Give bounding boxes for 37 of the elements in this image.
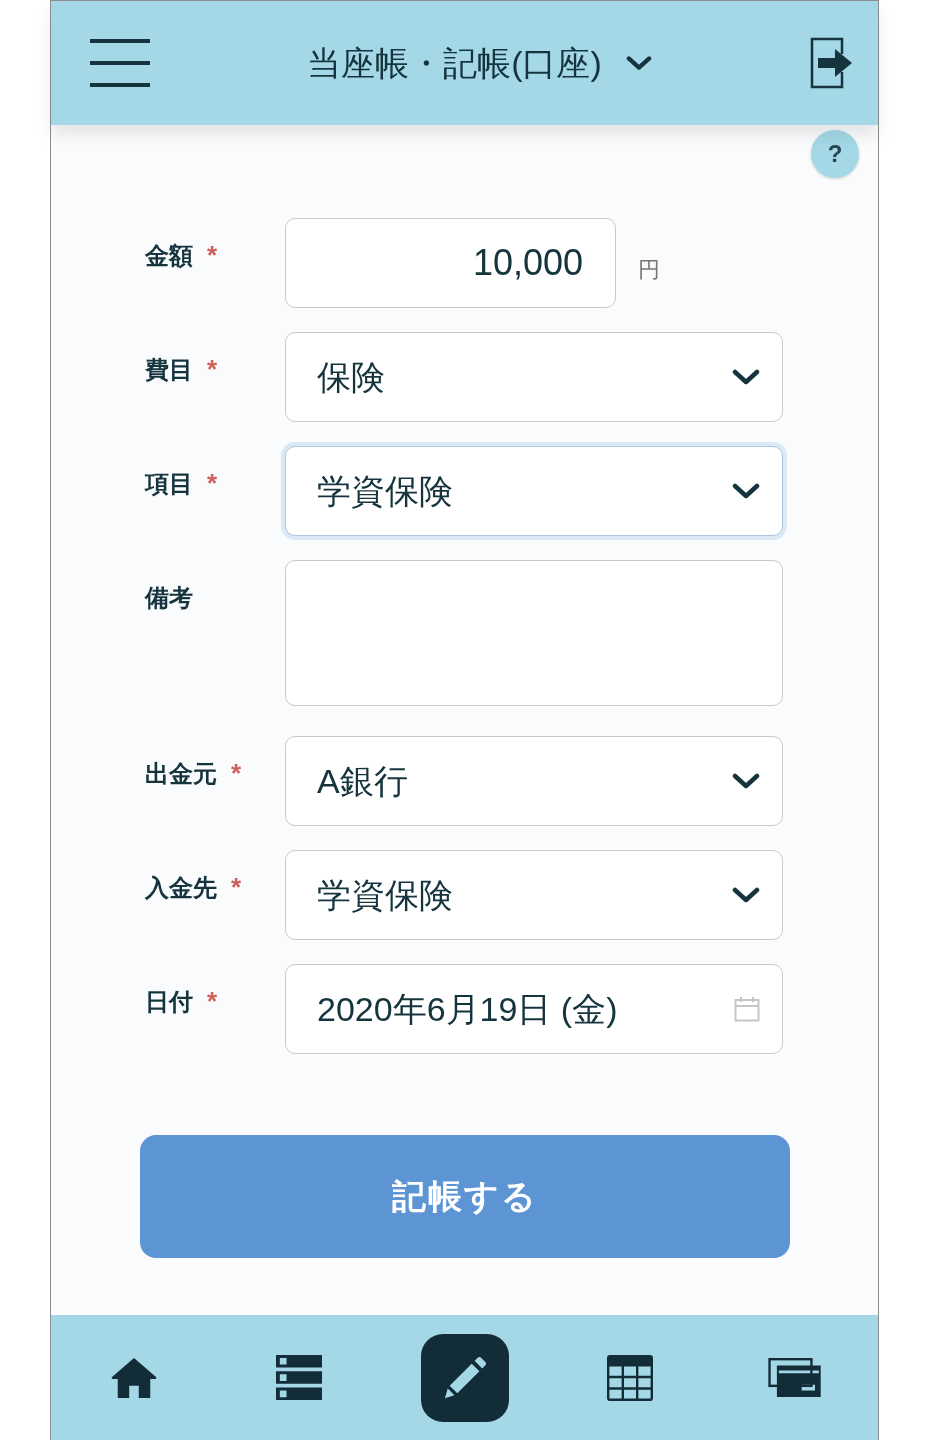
field-label: 入金先 — [145, 874, 217, 903]
cards-icon — [768, 1357, 823, 1398]
chevron-down-icon — [732, 483, 760, 499]
edit-nav-button[interactable] — [420, 1333, 509, 1422]
date-field[interactable]: 2020年6月19日 (金) — [285, 964, 783, 1054]
amount-input[interactable]: 10,000 — [285, 218, 616, 308]
home-icon — [110, 1355, 157, 1400]
required-mark: * — [231, 760, 242, 786]
list-icon — [276, 1354, 323, 1401]
logout-button[interactable] — [809, 36, 853, 90]
required-mark: * — [207, 988, 218, 1014]
field-label: 日付 — [145, 988, 193, 1017]
required-mark: * — [207, 356, 218, 382]
field-label: 備考 — [145, 584, 193, 613]
chevron-down-icon — [732, 887, 760, 903]
page-title-dropdown[interactable]: 当座帳・記帳(口座) — [307, 46, 652, 80]
chevron-down-icon — [625, 55, 652, 71]
memo-field[interactable] — [285, 560, 783, 706]
calendar-icon — [734, 996, 760, 1022]
select-field[interactable]: 学資保険 — [285, 850, 783, 940]
chevron-down-icon — [732, 773, 760, 789]
field-label: 金額 — [145, 242, 193, 271]
unit-label: 円 — [638, 255, 660, 284]
chevron-down-icon — [732, 369, 760, 385]
select-field[interactable]: 保険 — [285, 332, 783, 422]
exit-arrow-icon — [809, 36, 853, 90]
field-label: 項目 — [145, 470, 193, 499]
table-icon — [606, 1354, 653, 1401]
required-mark: * — [231, 874, 242, 900]
required-mark: * — [207, 470, 218, 496]
menu-icon — [90, 39, 150, 87]
required-mark: * — [207, 242, 218, 268]
select-field[interactable]: A銀行 — [285, 736, 783, 826]
field-label: 出金元 — [145, 760, 217, 789]
help-button[interactable]: ? — [811, 130, 859, 178]
field-label: 費目 — [145, 356, 193, 385]
menu-button[interactable] — [90, 39, 150, 87]
